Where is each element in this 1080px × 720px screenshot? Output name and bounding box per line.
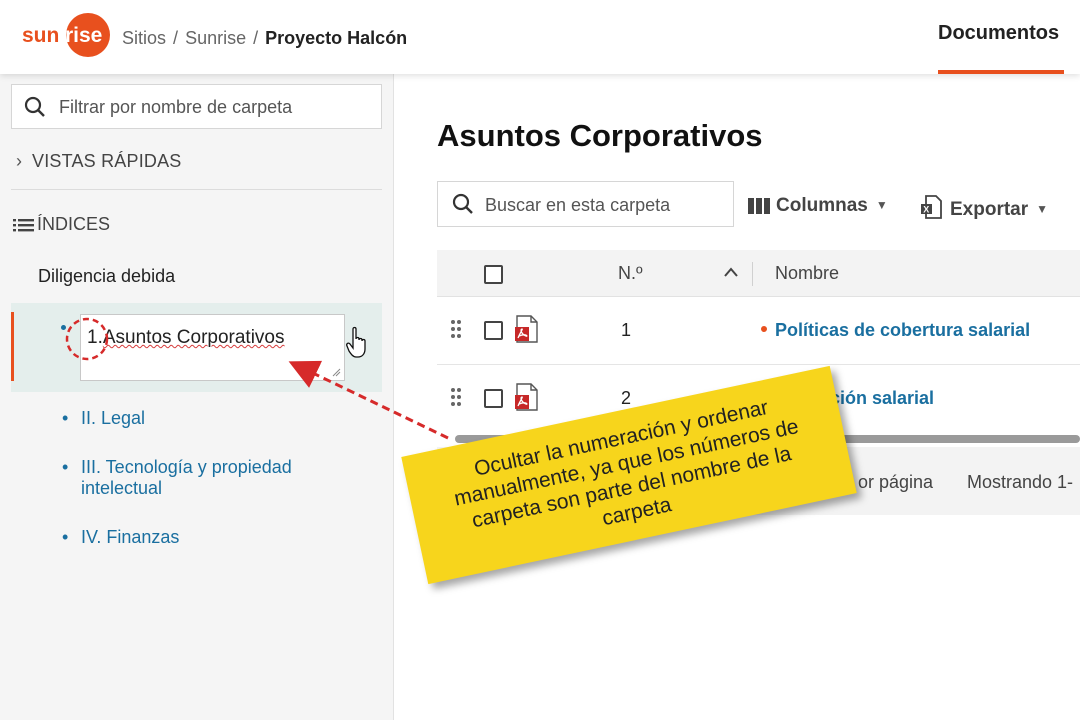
drag-handle-icon[interactable] <box>450 319 462 339</box>
tree-item-legal[interactable]: • II. Legal <box>62 408 145 429</box>
page-title: Asuntos Corporativos <box>437 118 763 153</box>
tree-item-finance[interactable]: • IV. Finanzas <box>62 527 179 548</box>
list-icon <box>13 219 34 232</box>
unread-dot <box>761 326 767 332</box>
breadcrumb-sites[interactable]: Sitios <box>122 28 166 48</box>
selected-indicator <box>11 312 14 381</box>
quick-views-label: VISTAS RÁPIDAS <box>32 151 182 171</box>
chevron-right-icon: › <box>16 151 23 171</box>
file-name-link[interactable]: Políticas de cobertura salarial <box>761 320 1030 341</box>
folder-rename-input[interactable]: 1.Asuntos Corporativos <box>80 314 345 381</box>
excel-export-icon: X <box>921 195 942 219</box>
svg-text:X: X <box>923 205 929 215</box>
breadcrumb-current: Proyecto Halcón <box>265 28 408 48</box>
tab-documentos[interactable]: Documentos <box>938 22 1059 45</box>
pdf-file-icon <box>515 383 538 411</box>
column-header-number[interactable]: N.º <box>618 263 643 284</box>
table-header <box>437 250 1080 297</box>
tree-group-due-diligence[interactable]: Diligencia debida <box>38 266 175 287</box>
breadcrumb: Sitios / Sunrise / Proyecto Halcón <box>122 28 408 48</box>
file-name-link[interactable]: ción salarial <box>830 388 934 409</box>
rename-prefix: 1. <box>87 327 103 348</box>
caret-down-icon: ▼ <box>1036 202 1049 216</box>
export-button[interactable]: X Exportar ▼ <box>920 195 1048 221</box>
svg-text:rise: rise <box>65 24 102 47</box>
select-all-checkbox[interactable] <box>484 265 503 284</box>
resize-grip-icon[interactable] <box>331 367 341 377</box>
tree-item-technology[interactable]: • III. Tecnología y propiedad intelectual <box>62 457 342 499</box>
drag-handle-icon[interactable] <box>450 387 462 407</box>
showing-count: Mostrando 1- <box>967 472 1074 492</box>
indices-heading: ÍNDICES <box>13 214 110 235</box>
caret-down-icon: ▼ <box>875 198 888 212</box>
columns-icon <box>748 198 770 214</box>
column-separator[interactable] <box>752 262 753 286</box>
sidebar-divider <box>11 189 382 190</box>
filter-placeholder: Filtrar por nombre de carpeta <box>59 97 293 117</box>
breadcrumb-sunrise[interactable]: Sunrise <box>185 28 246 48</box>
columns-button[interactable]: Columnas ▼ <box>748 195 888 217</box>
top-header: sun rise Sitios / Sunrise / Proyecto Hal… <box>0 0 1080 74</box>
column-header-name[interactable]: Nombre <box>775 263 839 284</box>
pdf-file-icon <box>515 315 538 343</box>
folder-filter-input[interactable]: Filtrar por nombre de carpeta <box>11 84 382 129</box>
row-checkbox[interactable] <box>484 321 503 340</box>
search-icon <box>452 193 473 214</box>
per-page-label: or página <box>858 472 934 492</box>
sunrise-logo[interactable]: sun rise <box>22 13 110 57</box>
indices-label: ÍNDICES <box>37 214 111 234</box>
row-divider <box>437 364 1080 365</box>
search-icon <box>24 96 45 117</box>
tree-bullet <box>61 325 66 330</box>
row-checkbox[interactable] <box>484 389 503 408</box>
svg-text:sun: sun <box>22 24 59 47</box>
active-tab-indicator <box>938 70 1064 74</box>
folder-search-input[interactable]: Buscar en esta carpeta <box>437 181 734 227</box>
rename-value: Asuntos Corporativos <box>102 327 285 348</box>
row-number: 2 <box>621 388 632 408</box>
search-placeholder: Buscar en esta carpeta <box>485 195 671 215</box>
sort-ascending-icon[interactable] <box>723 266 739 278</box>
row-number: 1 <box>621 320 632 340</box>
quick-views-toggle[interactable]: › VISTAS RÁPIDAS <box>16 151 182 172</box>
